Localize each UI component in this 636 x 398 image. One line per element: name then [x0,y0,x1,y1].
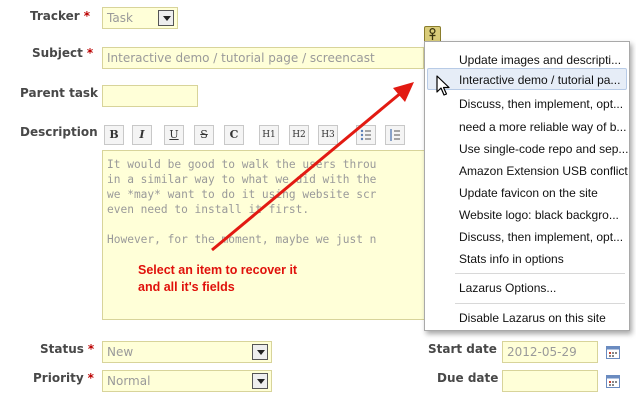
chevron-down-icon [252,373,268,389]
annotation-text: Select an item to recover it and all it'… [138,263,298,294]
menu-item[interactable]: Update favicon on the site [459,186,598,200]
menu-item[interactable]: Update images and descripti... [459,53,621,67]
menu-item[interactable]: Discuss, then implement, opt... [459,230,623,244]
menu-item[interactable]: Stats info in options [459,252,564,266]
start-date-input[interactable]: 2012-05-29 [502,341,598,363]
status-select[interactable]: New [102,341,272,363]
status-label: Status * [40,342,95,356]
menu-separator [455,303,625,304]
calendar-icon[interactable] [606,374,620,388]
chevron-down-icon [252,344,268,360]
menu-item[interactable]: Discuss, then implement, opt... [459,97,623,111]
due-date-input[interactable] [502,370,598,392]
due-date-label: Due date [437,371,499,385]
menu-item[interactable]: Use single-code repo and sep... [459,142,628,156]
lazarus-context-menu: Update images and descripti... Interacti… [424,41,630,331]
priority-select[interactable]: Normal [102,370,272,392]
menu-item[interactable]: need a more reliable way of b... [459,120,626,134]
mouse-cursor-icon [436,75,450,96]
menu-item[interactable]: Website logo: black backgro... [459,208,619,222]
menu-separator [455,273,625,274]
disable-lazarus-item[interactable]: Disable Lazarus on this site [459,311,606,325]
calendar-icon[interactable] [606,345,620,359]
priority-label: Priority * [33,371,94,385]
start-date-label: Start date [428,342,497,356]
menu-item[interactable]: Interactive demo / tutorial pa... [459,73,620,87]
menu-item[interactable]: Amazon Extension USB conflict [459,164,628,178]
lazarus-options-item[interactable]: Lazarus Options... [459,281,556,295]
